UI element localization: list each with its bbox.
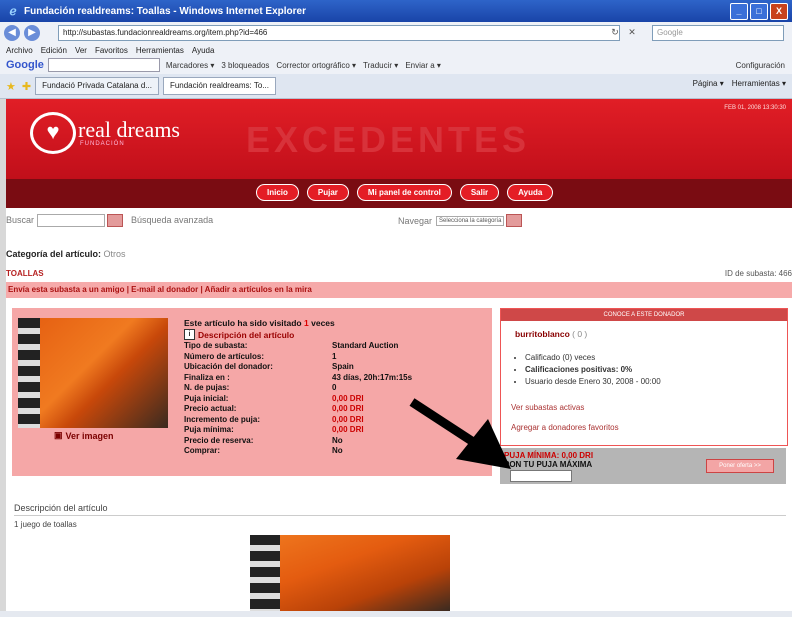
forward-arrow-icon[interactable]: ▶ — [24, 25, 40, 41]
stop-icon[interactable]: ✕ — [625, 25, 639, 39]
refresh-icon[interactable]: ↻ — [608, 25, 622, 39]
tab-fundacio[interactable]: Fundació Privada Catalana d... — [35, 77, 159, 95]
menu-ver[interactable]: Ver — [75, 46, 87, 55]
maximize-button[interactable]: □ — [750, 3, 768, 20]
back-arrow-icon[interactable]: ◀ — [4, 25, 20, 41]
page-content: ♥ real dreams FUNDACIÓN EXCEDENTES FEB 0… — [6, 99, 792, 611]
toolbar-bookmarks[interactable]: Marcadores ▾ — [166, 61, 214, 70]
google-toolbar: Google Marcadores ▾ 3 bloqueados Correct… — [0, 56, 792, 75]
tab-realdreams[interactable]: Fundación realdreams: To... — [162, 77, 276, 95]
annotation-arrow-icon — [409, 398, 511, 469]
menu-edicion[interactable]: Edición — [41, 46, 67, 55]
ie-icon: ℯ — [9, 4, 17, 18]
tools-menu[interactable]: Herramientas ▾ — [732, 79, 786, 88]
toolbar-config[interactable]: Configuración — [736, 61, 785, 70]
toolbar-blocked[interactable]: 3 bloqueados — [221, 61, 269, 70]
menu-bar: Archivo Edición Ver Favoritos Herramient… — [0, 44, 792, 56]
menu-favoritos[interactable]: Favoritos — [95, 46, 128, 55]
toolbar-send[interactable]: Enviar a ▾ — [405, 61, 441, 70]
close-button[interactable]: X — [770, 3, 788, 20]
google-logo: Google — [6, 59, 44, 71]
window-title: Fundación realdreams: Toallas - Windows … — [24, 5, 307, 17]
google-search-input[interactable] — [47, 58, 160, 72]
status-bar — [0, 611, 792, 617]
add-favorite-icon[interactable]: ✚ — [22, 80, 31, 93]
tab-row: ★ ✚ Fundació Privada Catalana d... Funda… — [0, 74, 792, 99]
menu-herramientas[interactable]: Herramientas — [136, 46, 184, 55]
window-titlebar: ℯ Fundación realdreams: Toallas - Window… — [0, 0, 792, 22]
toolbar-translate[interactable]: Traducir ▾ — [363, 61, 398, 70]
address-row: ◀ ▶ http://subastas.fundacionrealdreams.… — [0, 22, 792, 44]
search-input[interactable]: Google — [652, 25, 784, 41]
menu-archivo[interactable]: Archivo — [6, 46, 33, 55]
minimize-button[interactable]: _ — [730, 3, 748, 20]
address-bar[interactable]: http://subastas.fundacionrealdreams.org/… — [58, 25, 620, 41]
favorites-star-icon[interactable]: ★ — [6, 80, 16, 93]
menu-ayuda[interactable]: Ayuda — [192, 46, 215, 55]
page-menu[interactable]: Página ▾ — [693, 79, 724, 88]
toolbar-spellcheck[interactable]: Corrector ortográfico ▾ — [276, 61, 356, 70]
